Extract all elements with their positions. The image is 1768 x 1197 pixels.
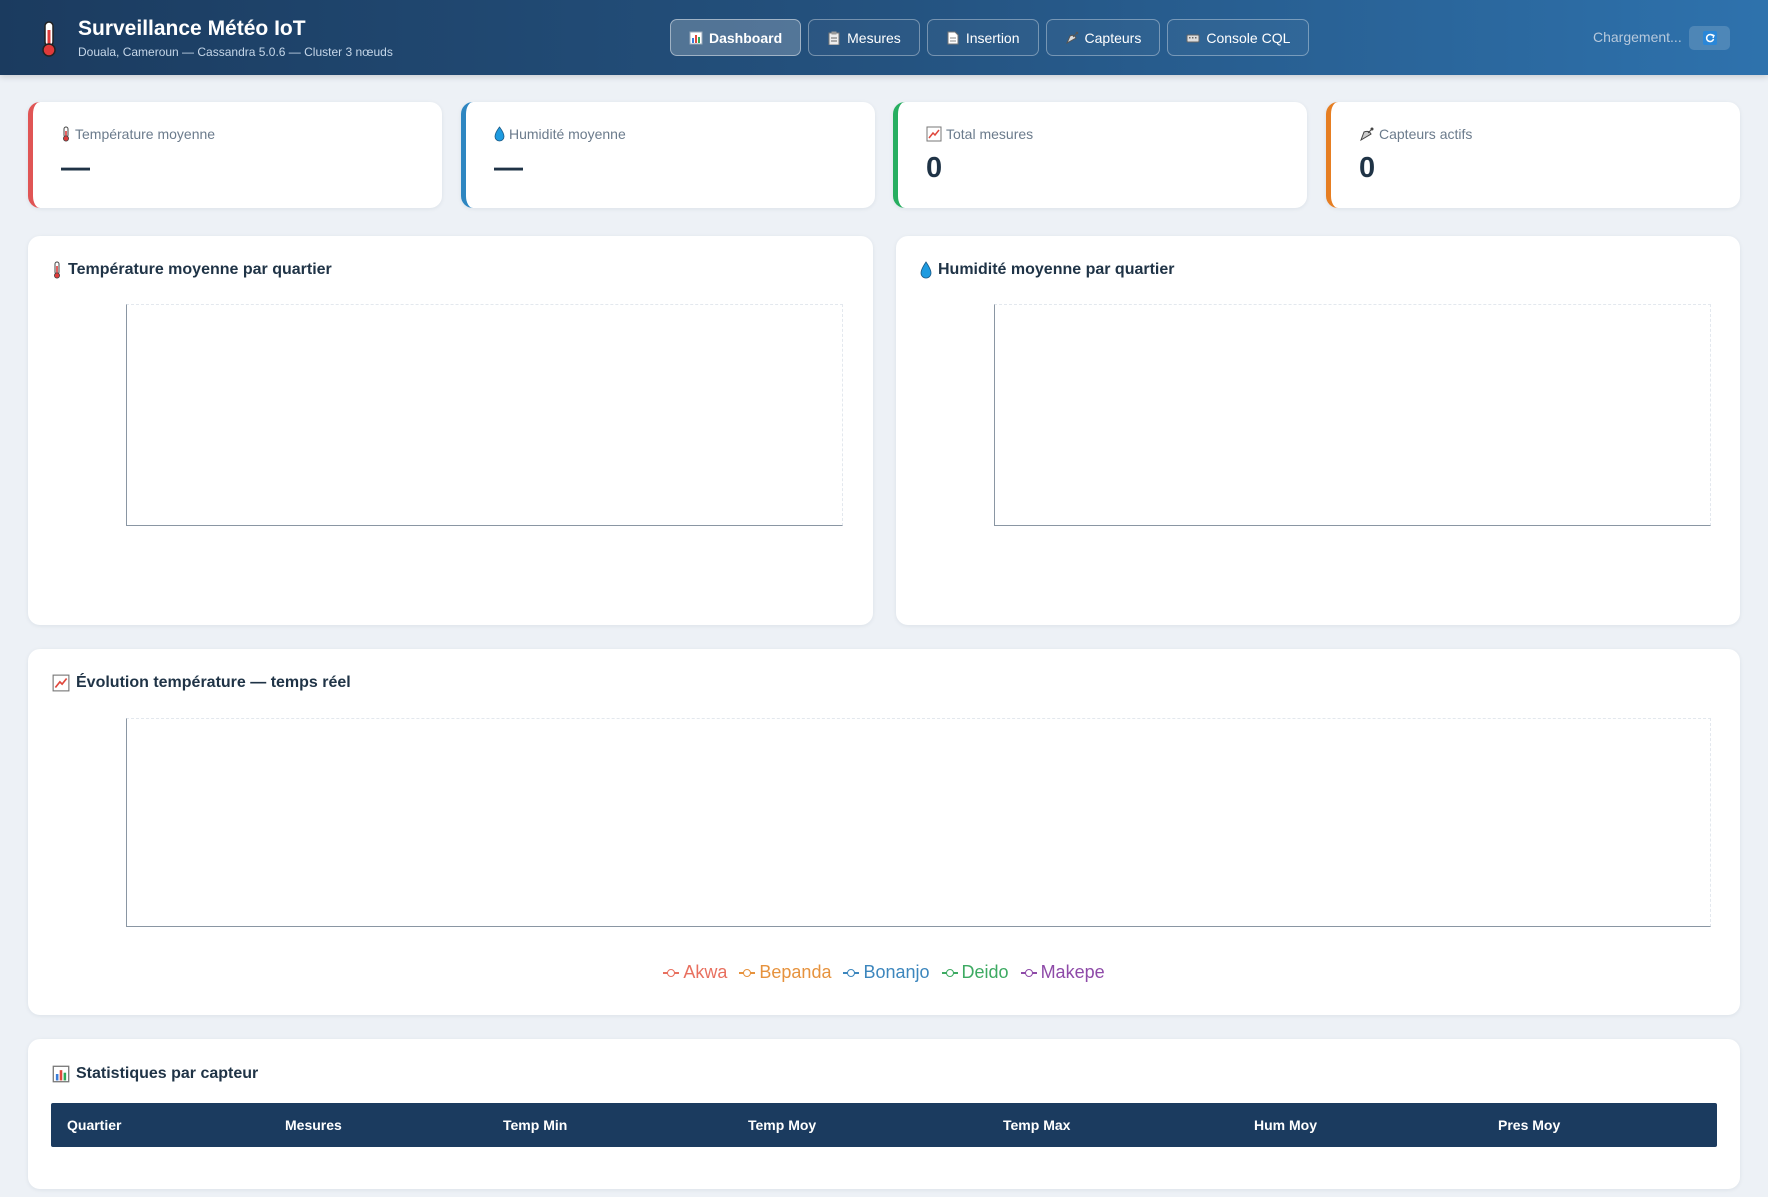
thermometer-icon — [63, 126, 69, 142]
column-header-hum-moy[interactable]: Hum Moy — [1254, 1117, 1317, 1133]
tab-mesures-label: Mesures — [847, 29, 901, 46]
legend-label-deido: Deido — [961, 962, 1009, 982]
line-marker-icon — [739, 968, 756, 978]
column-header-temp-min[interactable]: Temp Min — [503, 1117, 567, 1133]
line-marker-icon — [843, 968, 860, 978]
legend-item-makepe[interactable]: Makepe — [1020, 962, 1105, 983]
legend-label-akwa: Akwa — [683, 962, 728, 982]
app-title: Surveillance Météo IoT — [78, 17, 306, 40]
droplet-icon — [494, 126, 505, 142]
tab-insertion[interactable]: Insertion — [926, 19, 1039, 56]
stats-title: Statistiques par capteur — [76, 1065, 259, 1082]
temperature-chart-panel: Température moyenne par quartier — [28, 236, 873, 625]
evolution-chart-title: Évolution température — temps réel — [76, 674, 351, 691]
chart-up-icon — [52, 674, 70, 692]
bar-chart-icon — [689, 31, 703, 44]
legend-label-bonanjo: Bonanjo — [863, 962, 930, 982]
refresh-button[interactable] — [1689, 26, 1730, 50]
kpi-active-sensors-card: Capteurs actifs 0 — [1326, 102, 1740, 208]
kpi-temperature-label: Température moyenne — [75, 126, 216, 142]
legend-item-akwa[interactable]: Akwa — [663, 962, 727, 983]
app-header: Surveillance Météo IoT Douala, Cameroun … — [0, 0, 1768, 75]
tab-console-cql[interactable]: Console CQL — [1167, 19, 1310, 56]
legend-item-bepanda[interactable]: Bepanda — [739, 962, 831, 983]
thermometer-icon — [54, 261, 60, 279]
column-header-quartier[interactable]: Quartier — [67, 1117, 121, 1133]
clipboard-icon — [828, 31, 840, 45]
humidity-chart-title: Humidité moyenne par quartier — [938, 261, 1175, 278]
loading-status: Chargement... — [1593, 29, 1682, 45]
satellite-icon — [1360, 127, 1374, 142]
tab-console-cql-label: Console CQL — [1206, 29, 1291, 46]
kpi-temperature-card: Température moyenne — — [28, 102, 442, 208]
kpi-total-measures-label: Total mesures — [946, 126, 1034, 142]
legend-label-makepe: Makepe — [1040, 962, 1105, 982]
temperature-chart-plot-area — [126, 304, 843, 526]
legend-label-bepanda: Bepanda — [759, 962, 832, 982]
tab-dashboard-label: Dashboard — [709, 29, 783, 46]
kpi-total-measures-value: 0 — [926, 152, 943, 184]
kpi-total-measures-card: Total mesures 0 — [893, 102, 1307, 208]
stats-table-header: Quartier Mesures Temp Min Temp Moy Temp … — [51, 1103, 1717, 1147]
column-header-temp-max[interactable]: Temp Max — [1003, 1117, 1070, 1133]
legend-item-bonanjo[interactable]: Bonanjo — [843, 962, 930, 983]
kpi-active-sensors-value: 0 — [1359, 152, 1376, 184]
main-nav: Dashboard Mesures Insertion Capteurs Con… — [670, 19, 1310, 56]
line-marker-icon — [1020, 968, 1037, 978]
tab-dashboard[interactable]: Dashboard — [670, 19, 802, 56]
tab-insertion-label: Insertion — [965, 29, 1020, 46]
kpi-active-sensors-label: Capteurs actifs — [1379, 126, 1473, 142]
column-header-mesures[interactable]: Mesures — [285, 1117, 342, 1133]
column-header-pres-moy[interactable]: Pres Moy — [1498, 1117, 1560, 1133]
chart-up-icon — [926, 126, 942, 142]
stats-panel: Statistiques par capteur Quartier Mesure… — [28, 1039, 1740, 1189]
kpi-temperature-value: — — [61, 152, 90, 184]
tab-capteurs-label: Capteurs — [1084, 29, 1142, 46]
humidity-chart-plot-area — [994, 304, 1711, 526]
droplet-icon — [920, 261, 932, 279]
evolution-chart-plot-area — [126, 718, 1711, 927]
satellite-icon — [1065, 31, 1078, 44]
kpi-humidity-label: Humidité moyenne — [509, 126, 626, 142]
line-marker-icon — [663, 968, 680, 978]
app-subtitle: Douala, Cameroun — Cassandra 5.0.6 — Clu… — [78, 45, 393, 59]
chart-legend: Akwa Bepanda Bonanjo Deido Makepe — [28, 962, 1740, 983]
humidity-chart-panel: Humidité moyenne par quartier — [896, 236, 1740, 625]
evolution-chart-panel: Évolution température — temps réel Akwa … — [28, 649, 1740, 1015]
temperature-chart-title: Température moyenne par quartier — [68, 261, 332, 278]
kpi-humidity-value: — — [494, 152, 523, 184]
refresh-icon — [1702, 31, 1717, 45]
document-icon — [947, 31, 959, 44]
thermometer-icon — [42, 21, 56, 57]
kpi-humidity-card: Humidité moyenne — — [461, 102, 875, 208]
line-marker-icon — [941, 968, 958, 978]
keyboard-icon — [1186, 34, 1200, 42]
tab-capteurs[interactable]: Capteurs — [1045, 19, 1161, 56]
bar-chart-icon — [52, 1065, 70, 1083]
column-header-temp-moy[interactable]: Temp Moy — [748, 1117, 816, 1133]
tab-mesures[interactable]: Mesures — [808, 19, 920, 56]
legend-item-deido[interactable]: Deido — [941, 962, 1009, 983]
